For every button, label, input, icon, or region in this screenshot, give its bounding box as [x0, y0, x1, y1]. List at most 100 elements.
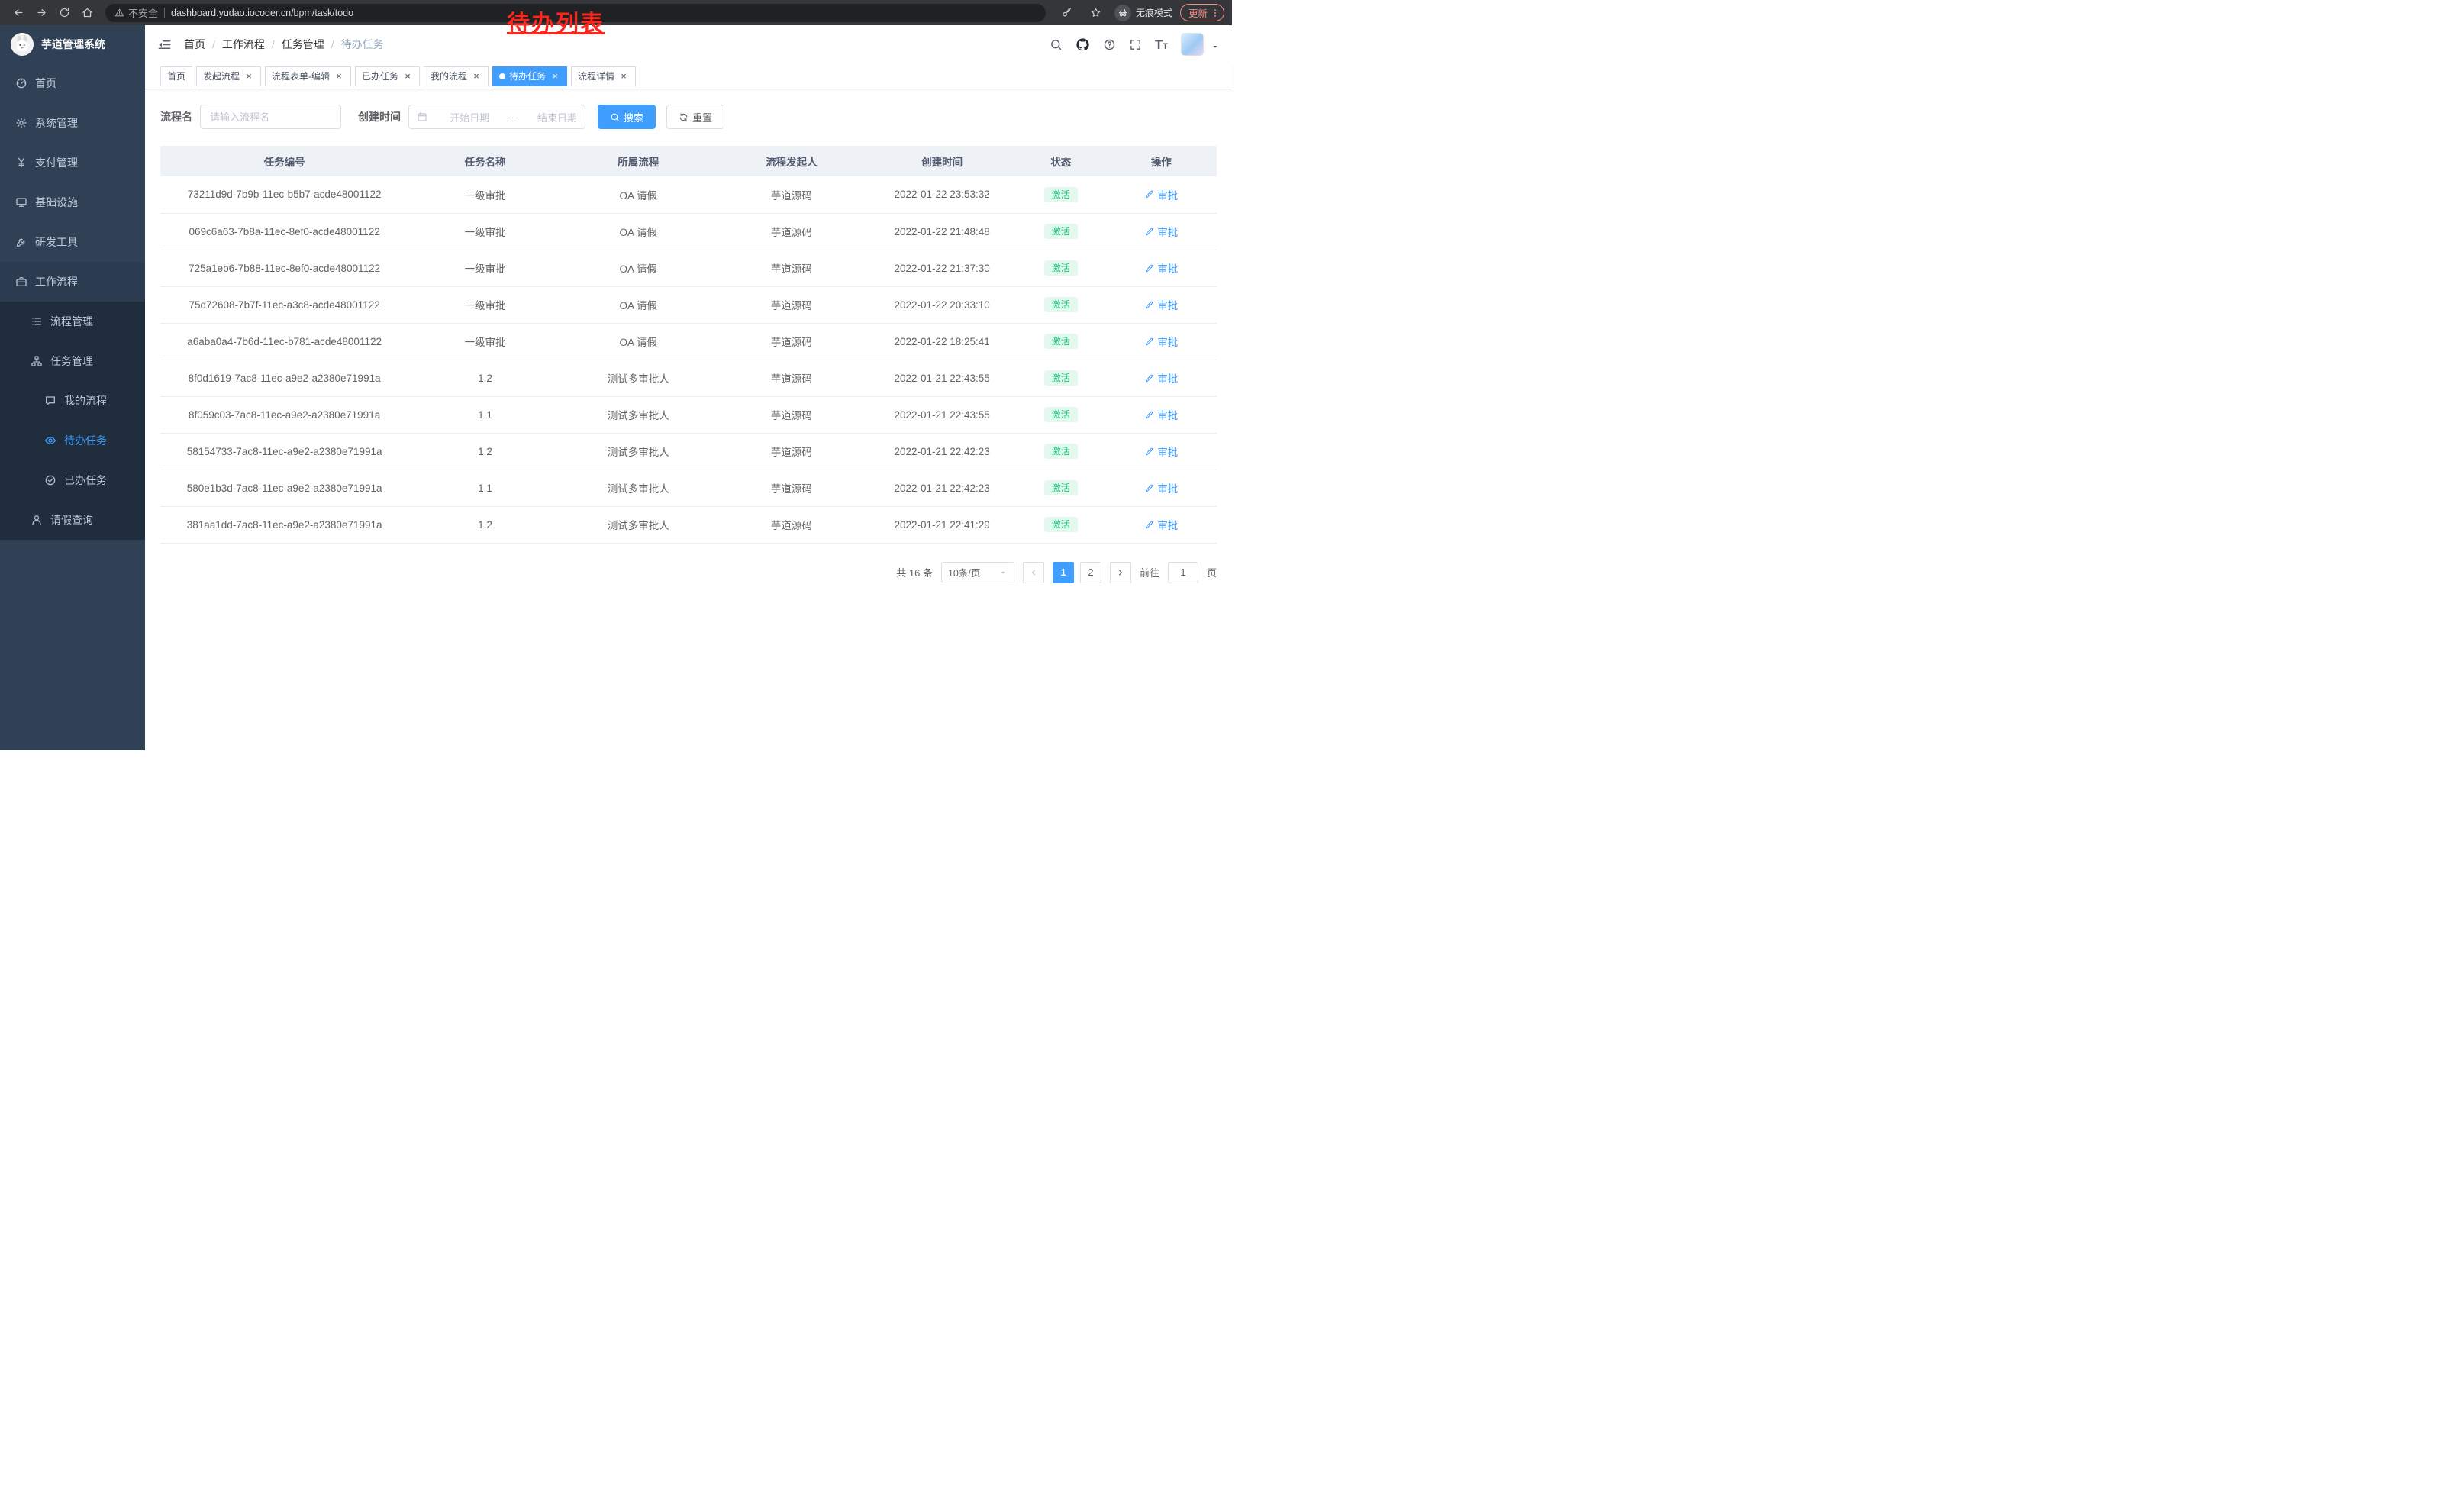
sidebar: 芋道管理系统 首页系统管理支付管理基础设施研发工具工作流程流程管理任务管理我的流…	[0, 25, 145, 750]
tab-home[interactable]: 首页	[160, 66, 192, 86]
breadcrumb-item[interactable]: 首页	[184, 37, 205, 52]
cell-name: 一级审批	[408, 250, 562, 286]
prev-page-button[interactable]	[1023, 562, 1044, 583]
close-icon[interactable]: ×	[243, 71, 254, 82]
status-badge: 激活	[1044, 187, 1078, 202]
date-range-picker[interactable]: 开始日期 - 结束日期	[408, 105, 585, 129]
cell-name: 1.1	[408, 470, 562, 506]
close-icon[interactable]: ×	[550, 71, 560, 82]
cell-id: 73211d9d-7b9b-11ec-b5b7-acde48001122	[160, 176, 408, 213]
bookmark-star-icon[interactable]	[1085, 2, 1107, 24]
close-icon[interactable]: ×	[618, 71, 629, 82]
browser-reload-icon[interactable]	[53, 2, 75, 24]
cell-process: 测试多审批人	[562, 506, 715, 543]
status-badge: 激活	[1044, 260, 1078, 276]
avatar-caret-icon[interactable]	[1211, 42, 1220, 56]
tab-process-detail[interactable]: 流程详情×	[571, 66, 636, 86]
approve-button[interactable]: 审批	[1144, 407, 1178, 422]
cell-created: 2022-01-21 22:43:55	[868, 396, 1016, 433]
cell-process: 测试多审批人	[562, 470, 715, 506]
approve-button[interactable]: 审批	[1144, 370, 1178, 386]
breadcrumb-item[interactable]: 任务管理	[282, 37, 324, 52]
tab-label: 流程表单-编辑	[272, 69, 330, 82]
sidebar-item-system[interactable]: 系统管理	[0, 103, 145, 143]
goto-page-input[interactable]	[1168, 562, 1198, 583]
approve-button[interactable]: 审批	[1144, 444, 1178, 459]
github-icon[interactable]	[1076, 37, 1090, 52]
browser-back-icon[interactable]	[8, 2, 29, 24]
tab-done-tasks[interactable]: 已办任务×	[355, 66, 420, 86]
main-panel: 首页/工作流程/任务管理/待办任务 TT 首页发起流程×流程表单-编辑×已办任务…	[145, 25, 1232, 750]
close-icon[interactable]: ×	[402, 71, 413, 82]
sidebar-item-workflow[interactable]: 工作流程	[0, 262, 145, 302]
font-size-icon[interactable]: TT	[1155, 38, 1168, 51]
process-name-input[interactable]	[200, 105, 341, 129]
close-icon[interactable]: ×	[471, 71, 482, 82]
cell-name: 一级审批	[408, 286, 562, 323]
next-page-button[interactable]	[1110, 562, 1131, 583]
edit-icon	[1144, 520, 1154, 530]
sidebar-item-infrastructure[interactable]: 基础设施	[0, 182, 145, 222]
cell-name: 一级审批	[408, 213, 562, 250]
check-circle-icon	[44, 474, 56, 486]
tab-label: 待办任务	[509, 69, 546, 82]
sidebar-item-label: 任务管理	[50, 353, 93, 369]
address-bar[interactable]: 不安全 dashboard.yudao.iocoder.cn/bpm/task/…	[105, 4, 1046, 22]
fullscreen-icon[interactable]	[1129, 38, 1142, 51]
sidebar-item-todo-task[interactable]: 待办任务	[0, 421, 145, 460]
sidebar-item-done-task[interactable]: 已办任务	[0, 460, 145, 500]
user-icon	[31, 514, 43, 526]
sidebar-item-my-process[interactable]: 我的流程	[0, 381, 145, 421]
cell-initiator: 芋道源码	[715, 176, 869, 213]
status-badge: 激活	[1044, 444, 1078, 459]
approve-button[interactable]: 审批	[1144, 224, 1178, 239]
browser-update-button[interactable]: 更新	[1180, 4, 1224, 21]
approve-button[interactable]: 审批	[1144, 480, 1178, 495]
reset-button[interactable]: 重置	[666, 105, 724, 129]
chat-icon	[44, 395, 56, 407]
approve-button[interactable]: 审批	[1144, 334, 1178, 349]
cell-status: 激活	[1016, 176, 1106, 213]
cell-actions: 审批	[1106, 506, 1217, 543]
cell-status: 激活	[1016, 360, 1106, 396]
sidebar-item-label: 工作流程	[35, 274, 78, 289]
sidebar-toggle-icon[interactable]	[157, 37, 172, 52]
browser-home-icon[interactable]	[76, 2, 98, 24]
help-icon[interactable]	[1103, 38, 1116, 51]
tab-todo-tasks[interactable]: 待办任务 ×	[492, 66, 567, 86]
app-logo-row[interactable]: 芋道管理系统	[0, 25, 145, 63]
approve-button[interactable]: 审批	[1144, 517, 1178, 532]
breadcrumb-item[interactable]: 工作流程	[222, 37, 265, 52]
cell-name: 1.2	[408, 360, 562, 396]
status-badge: 激活	[1044, 334, 1078, 349]
approve-label: 审批	[1157, 407, 1178, 422]
cell-status: 激活	[1016, 286, 1106, 323]
breadcrumb-separator: /	[272, 38, 275, 50]
search-icon[interactable]	[1050, 38, 1063, 51]
table-body: 73211d9d-7b9b-11ec-b5b7-acde48001122一级审批…	[160, 176, 1217, 543]
sidebar-item-dev-tools[interactable]: 研发工具	[0, 222, 145, 262]
tab-start-process[interactable]: 发起流程×	[196, 66, 261, 86]
close-icon[interactable]: ×	[334, 71, 344, 82]
page-size-select[interactable]: 10条/页	[941, 562, 1014, 583]
page-button-2[interactable]: 2	[1080, 562, 1101, 583]
sidebar-item-payment[interactable]: 支付管理	[0, 143, 145, 182]
sidebar-item-home[interactable]: 首页	[0, 63, 145, 103]
cell-created: 2022-01-21 22:41:29	[868, 506, 1016, 543]
sidebar-item-task-manage[interactable]: 任务管理	[0, 341, 145, 381]
approve-button[interactable]: 审批	[1144, 297, 1178, 312]
not-secure-icon	[114, 8, 124, 18]
approve-button[interactable]: 审批	[1144, 187, 1178, 202]
approve-label: 审批	[1157, 370, 1178, 386]
password-key-icon[interactable]	[1056, 2, 1078, 24]
user-avatar[interactable]	[1181, 33, 1204, 56]
search-button[interactable]: 搜索	[598, 105, 656, 129]
browser-forward-icon[interactable]	[31, 2, 52, 24]
tab-label: 首页	[167, 69, 185, 82]
page-button-1[interactable]: 1	[1053, 562, 1074, 583]
approve-button[interactable]: 审批	[1144, 260, 1178, 276]
tab-form-edit[interactable]: 流程表单-编辑 ×	[265, 66, 351, 86]
sidebar-item-leave-query[interactable]: 请假查询	[0, 500, 145, 540]
sidebar-item-process-manage[interactable]: 流程管理	[0, 302, 145, 341]
tab-my-process[interactable]: 我的流程×	[424, 66, 489, 86]
